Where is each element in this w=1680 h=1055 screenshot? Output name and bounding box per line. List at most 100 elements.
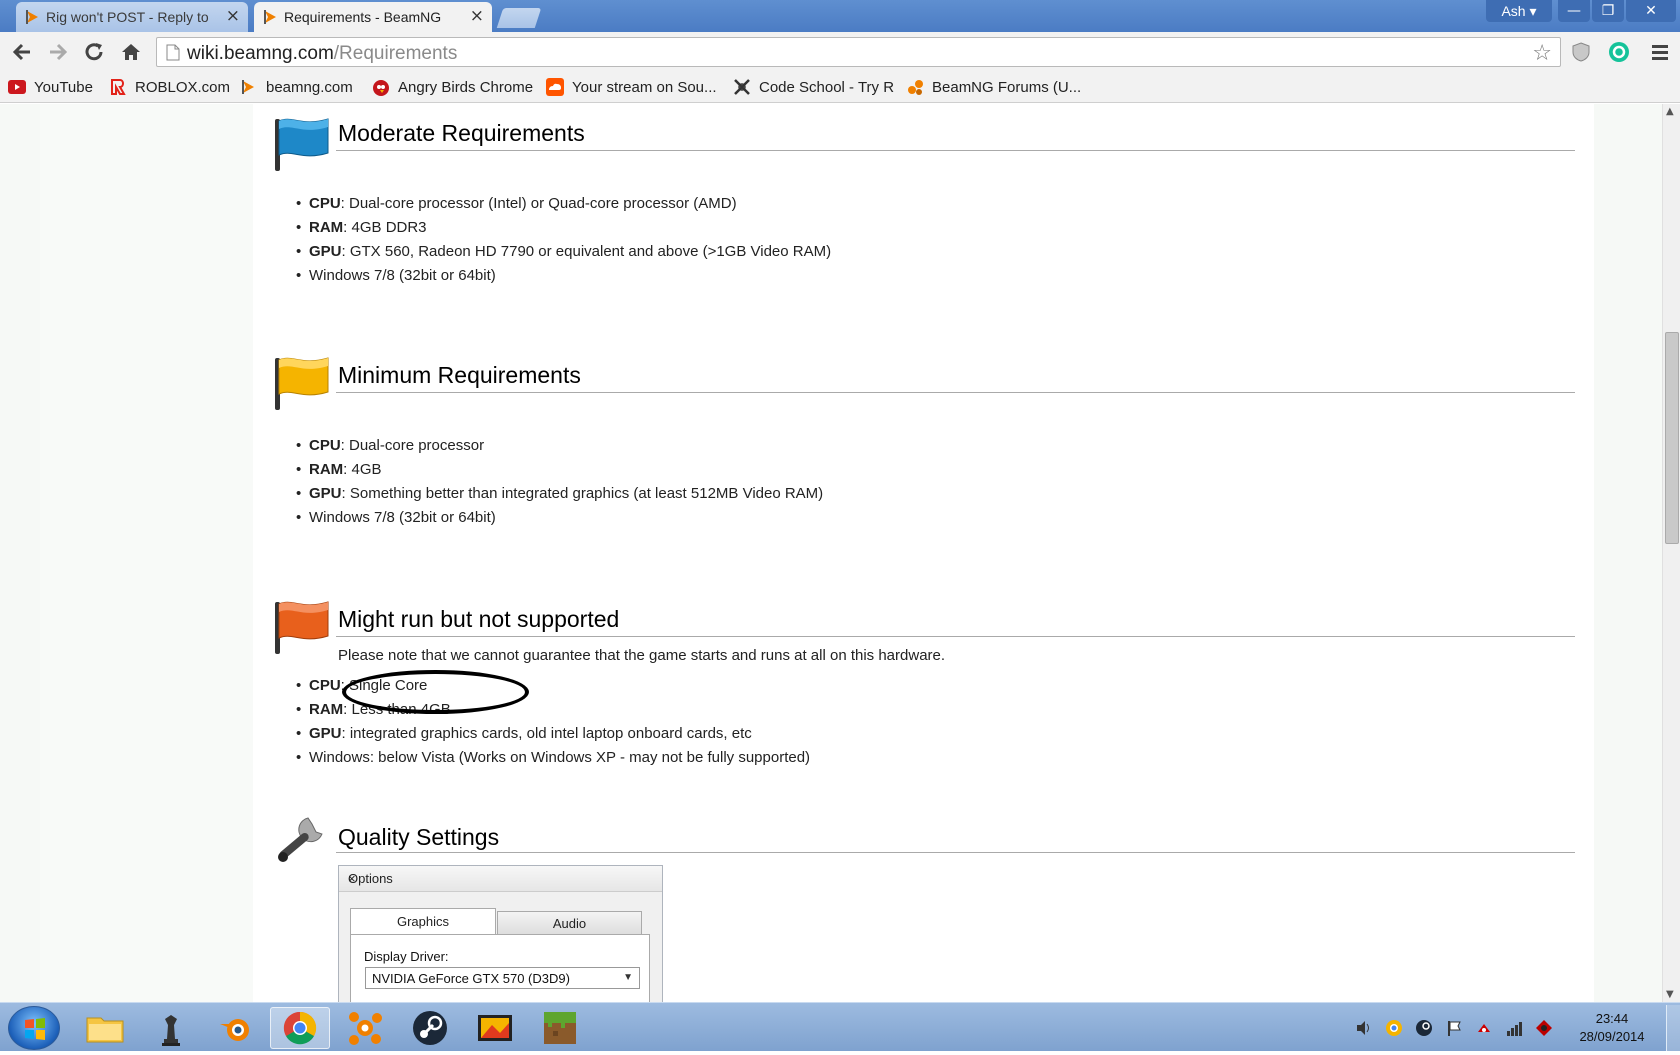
dialog-title-bar: Options × xyxy=(339,866,662,892)
beamng-forums-icon xyxy=(906,78,924,96)
forward-button[interactable] xyxy=(44,38,72,66)
taskbar-steam[interactable] xyxy=(400,1007,460,1049)
section-note: Please note that we cannot guarantee tha… xyxy=(338,647,946,664)
section-moderate-requirements: Moderate Requirements CPU: Dual-core pro… xyxy=(272,104,1575,304)
bookmarks-bar: YouTube ROBLOX.com beamng.com Angry Bird… xyxy=(0,73,1680,103)
list-item: GPU: Something better than integrated gr… xyxy=(296,482,824,506)
chrome-menu-button[interactable] xyxy=(1646,38,1674,66)
bookmark-soundcloud[interactable]: Your stream on Sou... xyxy=(546,78,717,96)
profile-button[interactable]: Ash ▾ xyxy=(1486,0,1552,22)
item-key: GPU xyxy=(309,485,342,502)
section-title: Might run but not supported xyxy=(338,606,620,632)
item-text: : Something better than integrated graph… xyxy=(341,485,824,502)
item-key: GPU xyxy=(309,243,342,260)
tray-volume[interactable] xyxy=(1355,1019,1373,1037)
dialog-tab-audio: Audio xyxy=(497,911,642,934)
chevron-down-icon: ▼ xyxy=(623,972,633,983)
right-gutter-background xyxy=(1594,104,1662,1002)
item-key: RAM xyxy=(309,461,344,478)
taskbar-chess[interactable] xyxy=(140,1007,200,1049)
taskbar-file-explorer[interactable] xyxy=(75,1007,135,1049)
roblox-icon xyxy=(109,78,127,96)
bookmark-star-icon[interactable]: ☆ xyxy=(1532,41,1552,66)
tray-chrome-update[interactable] xyxy=(1385,1019,1403,1037)
list-item: CPU: Dual-core processor xyxy=(296,434,823,458)
item-key: CPU xyxy=(309,437,341,454)
minecraft-icon xyxy=(544,1012,576,1044)
taskbar-media[interactable] xyxy=(465,1007,525,1049)
reload-icon xyxy=(85,43,103,61)
section-divider xyxy=(336,150,1575,151)
home-icon xyxy=(122,44,140,60)
item-key: RAM xyxy=(309,701,344,718)
tray-signal[interactable] xyxy=(1505,1019,1523,1037)
shield-icon xyxy=(1572,42,1590,62)
tab-rig-wont-post[interactable]: Rig won't POST - Reply to × xyxy=(16,2,248,32)
dialog-tab-graphics: Graphics xyxy=(350,908,496,934)
item-text: Windows 7/8 (32bit or 64bit) xyxy=(309,509,496,526)
clock-time: 23:44 xyxy=(1595,1011,1629,1026)
media-icon xyxy=(478,1015,512,1041)
list-item: Windows 7/8 (32bit or 64bit) xyxy=(296,264,831,288)
hamburger-menu-icon xyxy=(1652,45,1668,60)
taskbar-avast[interactable] xyxy=(335,1007,395,1049)
list-item: Windows 7/8 (32bit or 64bit) xyxy=(296,506,823,530)
home-button[interactable] xyxy=(117,38,145,66)
scroll-down-icon[interactable]: ▼ xyxy=(1666,989,1674,1000)
bookmark-angry-birds[interactable]: Angry Birds Chrome xyxy=(372,78,533,96)
reload-button[interactable] xyxy=(80,38,108,66)
back-button[interactable] xyxy=(8,38,36,66)
show-desktop-button[interactable] xyxy=(1666,1005,1680,1051)
close-window-button[interactable]: ✕ xyxy=(1626,0,1676,22)
system-clock[interactable]: 23:44 28/09/2014 xyxy=(1570,1010,1654,1046)
tray-steam[interactable] xyxy=(1415,1019,1433,1037)
item-key: CPU xyxy=(309,195,341,212)
minimize-button[interactable]: — xyxy=(1558,0,1590,22)
code-school-icon xyxy=(733,78,751,96)
extension-shield-button[interactable] xyxy=(1567,38,1595,66)
item-text: : Dual-core processor xyxy=(340,437,485,454)
item-key: CPU xyxy=(309,677,341,694)
scrollbar-thumb[interactable] xyxy=(1665,332,1679,544)
flag-icon xyxy=(1448,1021,1461,1036)
taskbar-chrome[interactable] xyxy=(270,1007,330,1049)
page-scrollbar[interactable]: ▲ ▼ xyxy=(1662,104,1680,1002)
bookmark-code-school[interactable]: Code School - Try R xyxy=(733,78,894,96)
browser-toolbar: wiki.beamng.com/Requirements ☆ xyxy=(0,32,1680,73)
bookmark-beamng[interactable]: beamng.com xyxy=(240,78,353,96)
bookmark-youtube[interactable]: YouTube xyxy=(8,78,93,96)
new-tab-button[interactable] xyxy=(496,8,542,28)
scroll-up-icon[interactable]: ▲ xyxy=(1666,106,1674,117)
requirements-list: CPU: Dual-core processor (Intel) or Quad… xyxy=(296,192,831,288)
section-divider xyxy=(336,636,1575,637)
tab-close-icon[interactable]: × xyxy=(226,6,240,26)
left-sidebar-background xyxy=(0,104,253,1002)
display-driver-select: NVIDIA GeForce GTX 570 (D3D9) ▼ xyxy=(365,967,640,989)
taskbar-blender[interactable] xyxy=(205,1007,265,1049)
tray-security[interactable] xyxy=(1535,1019,1553,1037)
steam-tray-icon xyxy=(1416,1020,1432,1036)
section-title: Quality Settings xyxy=(338,824,500,850)
start-button[interactable] xyxy=(8,1006,60,1050)
url-domain: wiki.beamng.com xyxy=(187,43,334,64)
bookmark-beamng-forums[interactable]: BeamNG Forums (U... xyxy=(906,78,1081,96)
item-text: Windows 7/8 (32bit or 64bit) xyxy=(309,267,496,284)
tray-action-center[interactable] xyxy=(1445,1019,1463,1037)
soundcloud-icon xyxy=(546,78,564,96)
tray-network-device[interactable] xyxy=(1475,1019,1493,1037)
item-text: : integrated graphics cards, old intel l… xyxy=(341,725,752,742)
address-bar[interactable]: wiki.beamng.com/Requirements ☆ xyxy=(156,37,1561,67)
section-divider xyxy=(336,392,1575,393)
extension-green-button[interactable] xyxy=(1605,38,1633,66)
tab-close-icon[interactable]: × xyxy=(470,6,484,26)
device-icon xyxy=(1478,1024,1490,1032)
dialog-panel: Display Driver: NVIDIA GeForce GTX 570 (… xyxy=(350,934,650,1002)
restore-button[interactable]: ❐ xyxy=(1592,0,1624,22)
bookmark-roblox[interactable]: ROBLOX.com xyxy=(109,78,230,96)
tab-requirements-beamng[interactable]: Requirements - BeamNG × xyxy=(254,2,492,32)
signal-bars-icon xyxy=(1507,1022,1522,1036)
page-viewport: Moderate Requirements CPU: Dual-core pro… xyxy=(0,104,1662,1002)
item-text: : 4GB DDR3 xyxy=(343,219,427,236)
bookmark-label: Code School - Try R xyxy=(759,78,895,96)
taskbar-minecraft[interactable] xyxy=(530,1007,590,1049)
